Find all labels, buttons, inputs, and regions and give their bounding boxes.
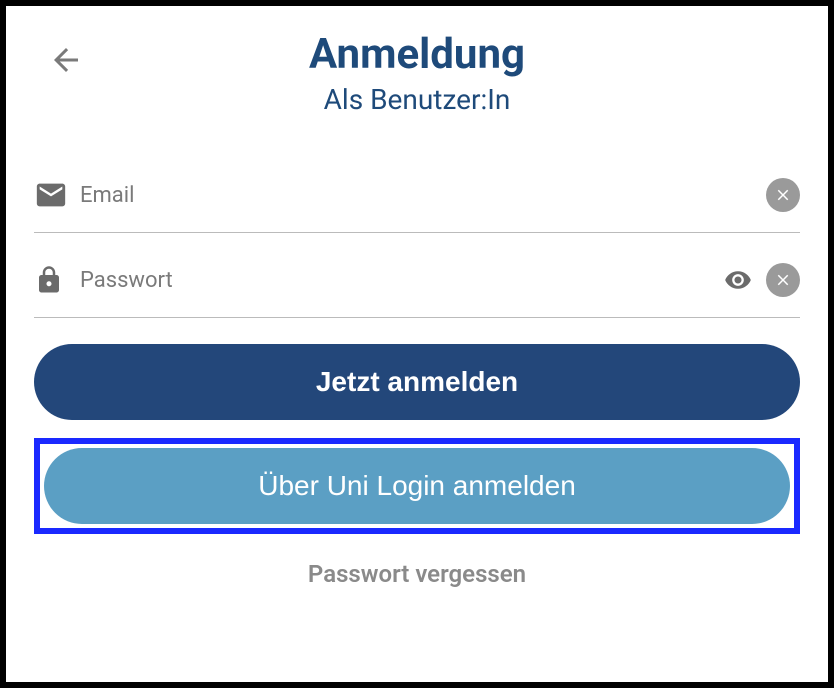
clear-email-button[interactable] bbox=[766, 178, 800, 212]
lock-icon bbox=[34, 263, 80, 297]
uni-login-button[interactable]: Über Uni Login anmelden bbox=[44, 448, 790, 524]
toggle-password-visibility[interactable] bbox=[718, 266, 758, 294]
header: Anmeldung Als Benutzer:In bbox=[26, 30, 808, 116]
password-field-row[interactable]: Passwort bbox=[34, 251, 800, 318]
login-button[interactable]: Jetzt anmelden bbox=[34, 344, 800, 420]
page-subtitle: Als Benutzer:In bbox=[26, 83, 808, 116]
login-form: Email Passwort bbox=[26, 166, 808, 594]
login-screen: Anmeldung Als Benutzer:In Email bbox=[0, 0, 834, 688]
email-field-row[interactable]: Email bbox=[34, 166, 800, 233]
password-label: Passwort bbox=[80, 268, 718, 293]
page-title: Anmeldung bbox=[26, 30, 808, 79]
forgot-password-link[interactable]: Passwort vergessen bbox=[34, 554, 800, 594]
back-button[interactable] bbox=[46, 40, 86, 80]
close-icon bbox=[774, 186, 792, 204]
highlighted-annotation: Über Uni Login anmelden bbox=[34, 438, 800, 534]
email-label: Email bbox=[80, 183, 766, 208]
eye-icon bbox=[718, 266, 758, 294]
close-icon bbox=[774, 271, 792, 289]
clear-password-button[interactable] bbox=[766, 263, 800, 297]
email-icon bbox=[34, 178, 80, 212]
arrow-left-icon bbox=[48, 42, 84, 78]
